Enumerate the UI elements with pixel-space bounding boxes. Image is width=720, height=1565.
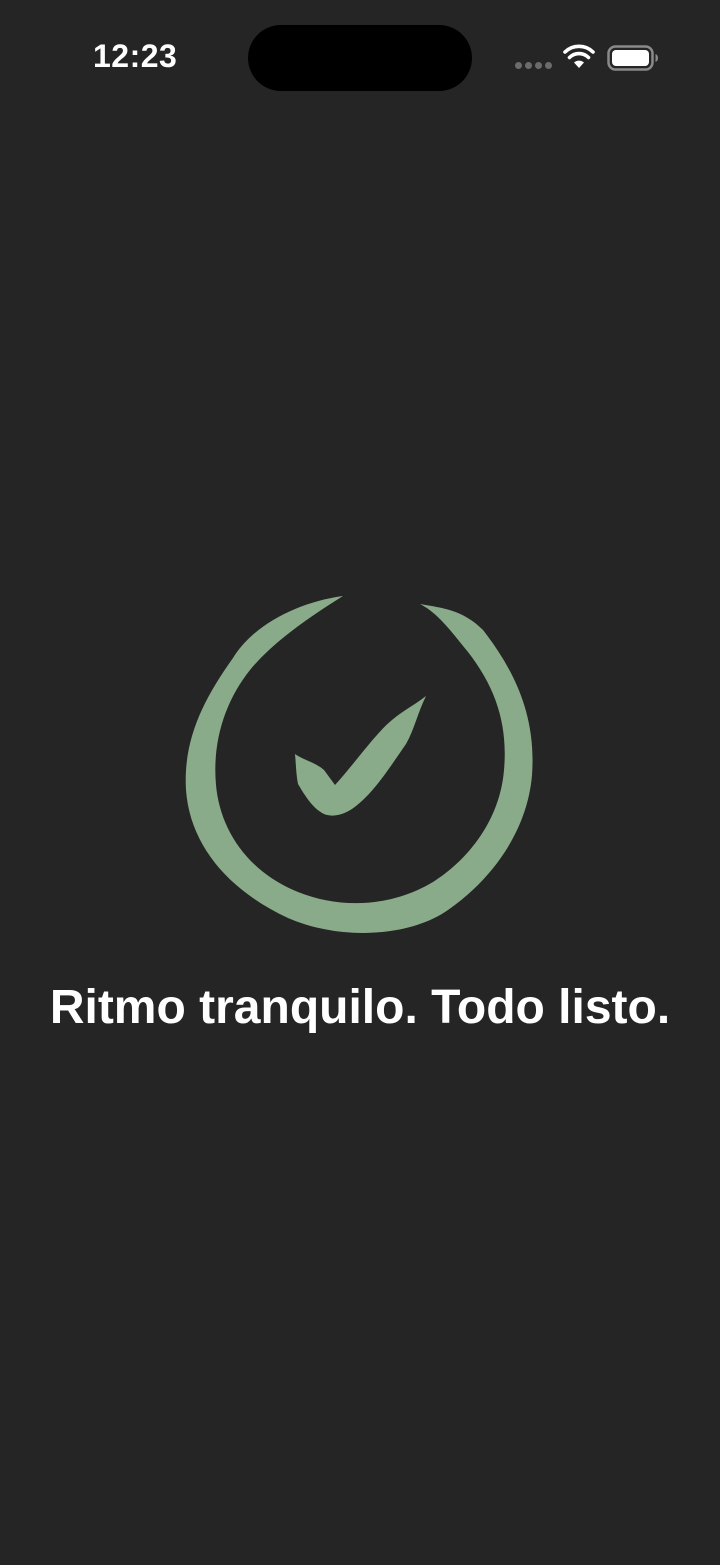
status-bar: 12:23 <box>0 0 720 120</box>
success-content: Ritmo tranquilo. Todo listo. <box>0 580 720 1060</box>
success-screen: 12:23 Ritmo tranquilo. Todo listo. <box>0 0 720 1565</box>
checkmark-circle-icon <box>185 596 533 933</box>
status-time: 12:23 <box>93 38 178 74</box>
cellular-signal-icon <box>515 62 553 70</box>
status-message: Ritmo tranquilo. Todo listo. <box>49 981 671 1034</box>
dynamic-island <box>248 25 472 91</box>
wifi-icon <box>563 44 595 68</box>
battery-icon <box>607 45 658 71</box>
